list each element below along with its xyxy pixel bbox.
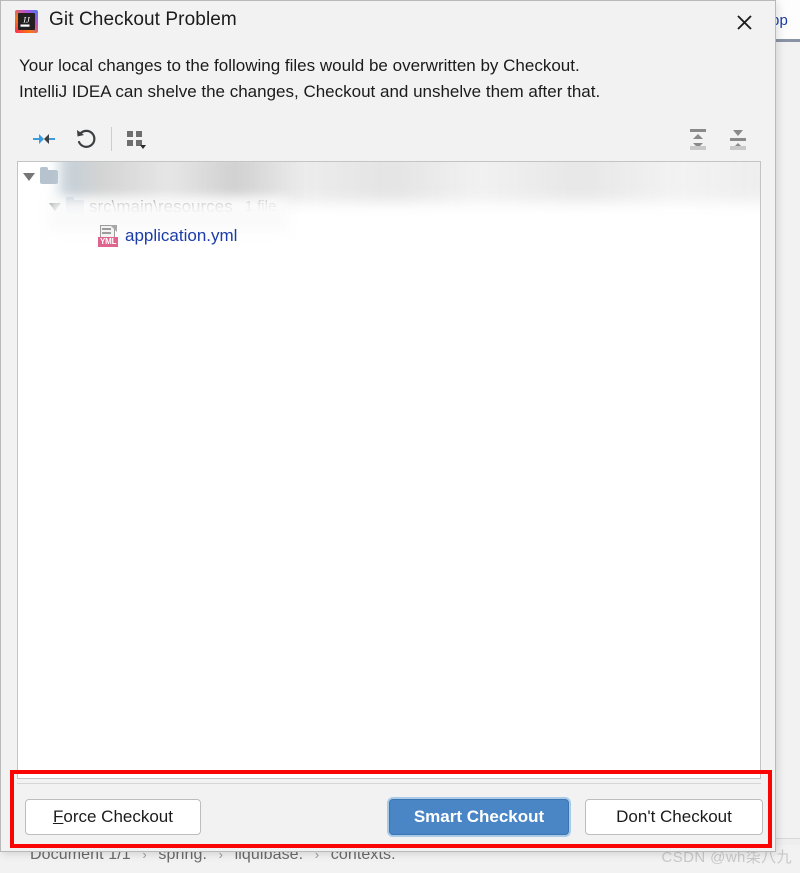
dialog-message: Your local changes to the following file… (19, 53, 739, 105)
force-checkout-label: orce Checkout (63, 807, 173, 826)
dialog-message-line-2: IntelliJ IDEA can shelve the changes, Ch… (19, 82, 601, 101)
collapse-all-icon[interactable] (721, 123, 755, 155)
tree-toolbar (17, 119, 761, 159)
force-checkout-mnemonic: F (52, 807, 64, 826)
toolbar-separator (111, 127, 112, 151)
yml-file-icon: YML (98, 224, 119, 247)
yml-file-icon-tag: YML (98, 236, 119, 247)
revert-icon[interactable] (69, 123, 103, 155)
show-diff-icon[interactable] (27, 123, 61, 155)
dont-checkout-label: Don't Checkout (616, 807, 732, 826)
dialog-titlebar: IJ Git Checkout Problem (1, 1, 775, 42)
folder-icon (40, 166, 58, 184)
close-icon[interactable] (729, 7, 759, 37)
svg-text:IJ: IJ (22, 15, 31, 25)
dialog-message-line-1: Your local changes to the following file… (19, 56, 580, 75)
intellij-idea-logo-icon: IJ (14, 9, 39, 34)
tree-row-label: src\main\resources (89, 196, 233, 216)
chevron-down-icon[interactable] (18, 172, 40, 181)
dialog-button-bar: Force Checkout Smart Checkout Don't Chec… (1, 791, 777, 846)
dialog-title: Git Checkout Problem (49, 9, 237, 30)
tree-row[interactable]: src\main\resources 1 file (18, 192, 760, 232)
smart-checkout-label: Smart Checkout (413, 807, 545, 826)
expand-all-icon[interactable] (681, 123, 715, 155)
tree-row[interactable] (18, 162, 760, 202)
changed-files-tree[interactable]: src\main\resources 1 file YML applicatio… (17, 161, 761, 779)
button-bar-separator (17, 783, 761, 784)
force-checkout-button[interactable]: Force Checkout (25, 799, 201, 835)
tree-row[interactable]: YML application.yml (18, 221, 760, 250)
dont-checkout-button[interactable]: Don't Checkout (585, 799, 763, 835)
group-by-icon[interactable] (121, 123, 155, 155)
smart-checkout-button[interactable]: Smart Checkout (389, 799, 569, 835)
tree-row-label: application.yml (125, 225, 238, 245)
git-checkout-problem-dialog: IJ Git Checkout Problem Your local chang… (0, 0, 776, 852)
chevron-down-icon[interactable] (44, 202, 66, 211)
folder-icon (66, 196, 84, 214)
tree-row-count: 1 file (244, 198, 277, 215)
